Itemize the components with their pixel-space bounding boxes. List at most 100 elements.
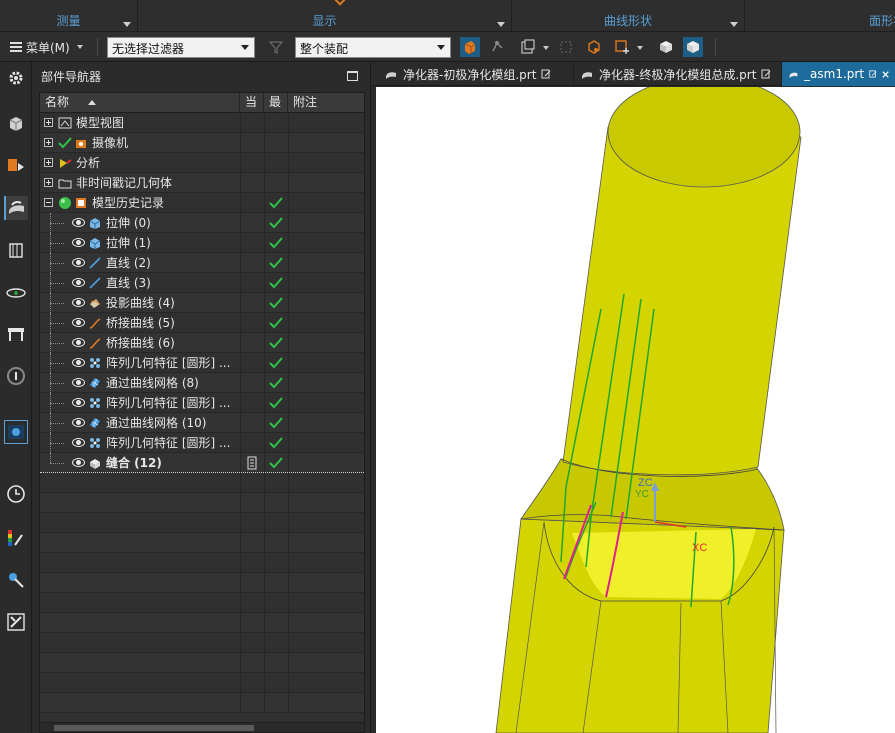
tree-row[interactable]: 直线 (2)	[40, 253, 364, 273]
scrollbar-thumb[interactable]	[54, 725, 254, 731]
tree-row[interactable]: 缝合 (12)	[40, 453, 364, 473]
tree-row[interactable]: 通过曲线网格 (8)	[40, 373, 364, 393]
tree-row[interactable]: 模型视图	[40, 113, 364, 133]
tree-row[interactable]: 桥接曲线 (6)	[40, 333, 364, 353]
tree-row[interactable]: 拉伸 (1)	[40, 233, 364, 253]
column-divider	[288, 133, 289, 153]
tree-row[interactable]: 非时间戳记几何体	[40, 173, 364, 193]
visible-check-icon[interactable]	[58, 136, 72, 150]
ribbon-group-label: 显示	[312, 14, 337, 28]
column-divider	[240, 333, 241, 353]
tree-row[interactable]: 分析	[40, 153, 364, 173]
expand-icon[interactable]	[44, 178, 53, 187]
selection-scope-dropdown[interactable]: 整个装配	[295, 37, 451, 58]
process-studio-icon[interactable]	[4, 568, 28, 592]
tab-purifier-final-assembly[interactable]: 净化器-终极净化模组总成.prt	[574, 62, 782, 86]
bridge-curve-icon	[88, 336, 102, 350]
ribbon-group-display[interactable]: 显示	[138, 0, 512, 32]
chevron-down-icon[interactable]	[637, 46, 643, 50]
visibility-eye-icon[interactable]	[72, 438, 85, 447]
column-header-current[interactable]: 当	[240, 93, 264, 113]
ribbon-group-curve-shape[interactable]: 曲线形状	[512, 0, 745, 32]
column-divider	[288, 413, 289, 433]
visibility-eye-icon[interactable]	[72, 338, 85, 347]
up-to-date-check-icon	[268, 355, 284, 371]
tree-row[interactable]: 模型历史记录	[40, 193, 364, 213]
column-header-latest[interactable]: 最	[264, 93, 288, 113]
tree-row[interactable]: 阵列几何特征 [圆形] ...	[40, 433, 364, 453]
system-materials-icon[interactable]	[4, 526, 28, 550]
assembly-navigator-icon[interactable]	[4, 112, 28, 136]
visibility-eye-icon[interactable]	[72, 458, 85, 467]
snap-point-icon[interactable]	[612, 37, 632, 57]
web-browser-icon[interactable]	[4, 364, 28, 388]
wireframe-view-icon[interactable]	[683, 37, 703, 57]
horizontal-scrollbar[interactable]	[40, 722, 364, 732]
tab-asm1[interactable]: _asm1.prt	[782, 62, 895, 86]
ribbon-group-face-shape[interactable]: 面形状	[745, 0, 895, 32]
history-palette-icon[interactable]	[4, 420, 28, 444]
sketch-filter-icon[interactable]	[488, 37, 508, 57]
tree-row[interactable]: 拉伸 (0)	[40, 213, 364, 233]
view-manager-icon[interactable]	[4, 280, 28, 304]
empty-row	[40, 493, 364, 513]
expand-icon[interactable]	[44, 118, 53, 127]
tree-row[interactable]: 直线 (3)	[40, 273, 364, 293]
tree-row[interactable]: 摄像机	[40, 133, 364, 153]
tree-item-label: 投影曲线 (4)	[106, 296, 175, 310]
visibility-eye-icon[interactable]	[72, 238, 85, 247]
reuse-library-icon[interactable]	[4, 238, 28, 262]
select-features-icon[interactable]	[460, 37, 480, 57]
solid-body-icon[interactable]	[584, 37, 604, 57]
visibility-eye-icon[interactable]	[72, 258, 85, 267]
select-component-icon[interactable]	[556, 37, 576, 57]
graphics-window[interactable]: ZC YC XC	[376, 87, 895, 733]
tree-connector	[50, 443, 64, 444]
expand-icon[interactable]	[44, 158, 53, 167]
visibility-eye-icon[interactable]	[72, 298, 85, 307]
visibility-eye-icon[interactable]	[72, 398, 85, 407]
visibility-eye-icon[interactable]	[72, 378, 85, 387]
visibility-eye-icon[interactable]	[72, 218, 85, 227]
selection-filter-dropdown[interactable]: 无选择过滤器	[107, 37, 255, 58]
visibility-eye-icon[interactable]	[72, 358, 85, 367]
ribbon-group-measure[interactable]: 测量	[0, 0, 138, 32]
up-to-date-check-icon	[268, 295, 284, 311]
tree-row[interactable]: 投影曲线 (4)	[40, 293, 364, 313]
tree-row[interactable]: 阵列几何特征 [圆形] ...	[40, 393, 364, 413]
visibility-eye-icon[interactable]	[72, 278, 85, 287]
chevron-down-icon[interactable]	[123, 22, 131, 27]
column-divider	[240, 573, 241, 593]
shaded-view-icon[interactable]	[656, 37, 676, 57]
tree-row[interactable]: 阵列几何特征 [圆形] ...	[40, 353, 364, 373]
menu-button[interactable]: 菜单(M)	[10, 38, 83, 56]
tree-row[interactable]: 桥接曲线 (5)	[40, 313, 364, 333]
chevron-down-icon[interactable]	[730, 22, 738, 27]
collapse-icon[interactable]	[44, 198, 53, 207]
column-divider	[264, 313, 265, 333]
chevron-down-icon[interactable]	[543, 46, 549, 50]
part-navigator-icon[interactable]	[4, 196, 28, 220]
empty-row	[40, 533, 364, 553]
visibility-eye-icon[interactable]	[72, 318, 85, 327]
column-header-note[interactable]: 附注	[288, 93, 364, 113]
visibility-eye-icon[interactable]	[72, 418, 85, 427]
tree-item-label: 摄像机	[92, 136, 129, 150]
chevron-down-icon[interactable]	[497, 22, 505, 27]
roles-icon[interactable]	[4, 610, 28, 634]
select-body-icon[interactable]	[518, 37, 538, 57]
hd3d-tools-icon[interactable]	[4, 322, 28, 346]
constraint-navigator-icon[interactable]	[4, 154, 28, 178]
filter-icon[interactable]	[266, 37, 286, 57]
maximize-icon[interactable]	[347, 71, 358, 81]
column-header-name[interactable]: 名称	[40, 93, 240, 113]
close-icon[interactable]	[882, 70, 889, 79]
settings-icon[interactable]	[4, 66, 28, 90]
history-clock-icon[interactable]	[4, 482, 28, 506]
tree-row[interactable]: 通过曲线网格 (10)	[40, 413, 364, 433]
column-divider	[240, 533, 241, 553]
tab-purifier-primary[interactable]: 净化器-初极净化模组.prt	[378, 62, 574, 86]
column-divider	[240, 393, 241, 413]
tree-connector	[50, 323, 64, 324]
expand-icon[interactable]	[44, 138, 53, 147]
